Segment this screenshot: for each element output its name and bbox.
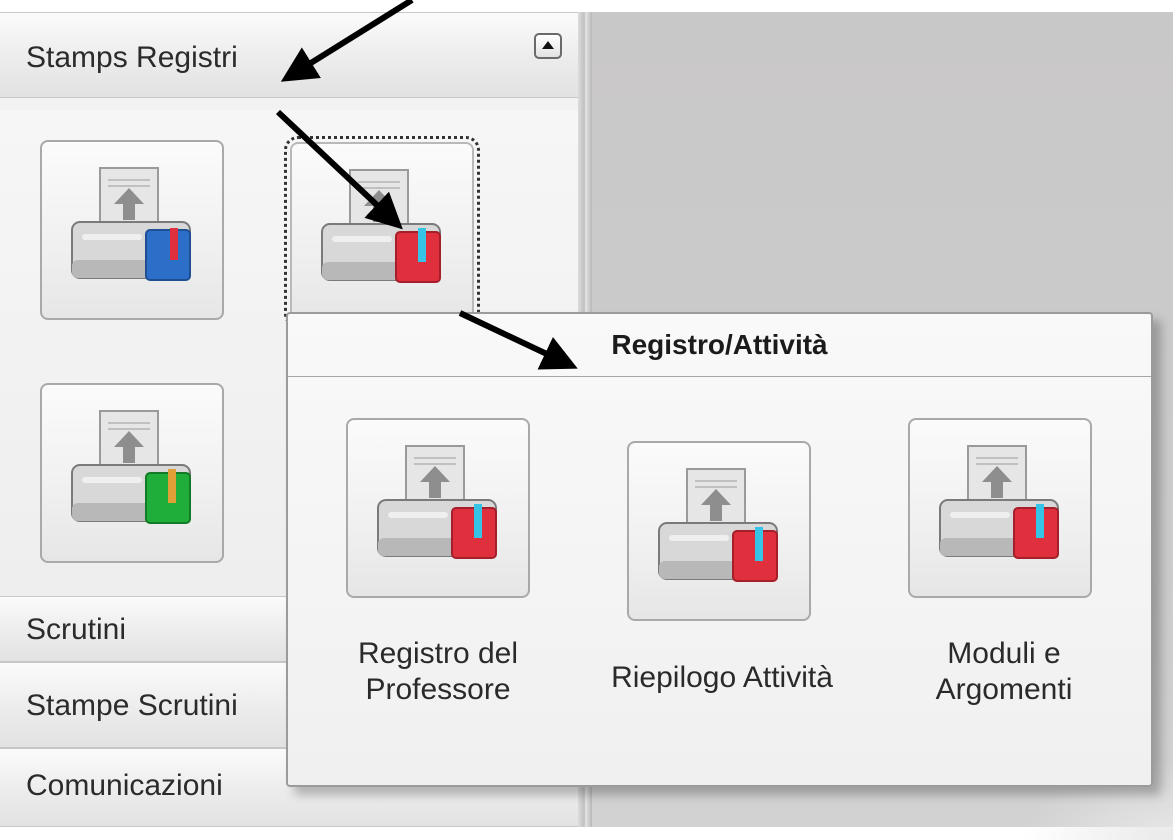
annotation-arrows bbox=[275, 0, 578, 370]
arrow-icon bbox=[280, 0, 414, 82]
arrow-icon bbox=[275, 109, 403, 230]
arrow-icon bbox=[458, 310, 578, 370]
